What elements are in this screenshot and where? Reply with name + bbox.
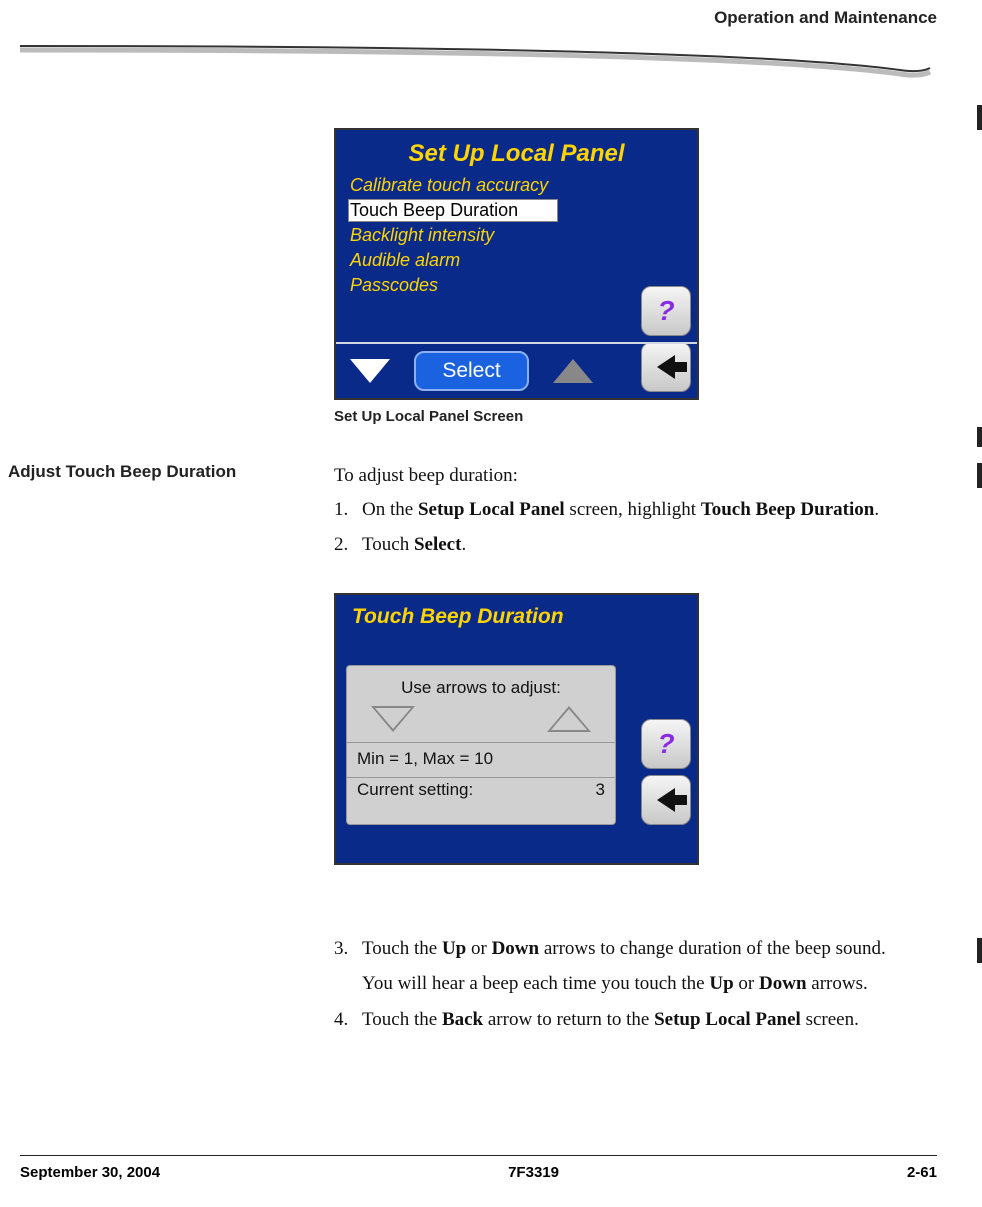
bold-text: Down: [759, 973, 807, 994]
bold-text: Down: [492, 938, 540, 959]
question-icon: ?: [657, 295, 674, 327]
bold-text: Setup Local Panel: [418, 499, 565, 520]
panel-title: Set Up Local Panel: [336, 130, 697, 168]
bold-text: Setup Local Panel: [654, 1009, 801, 1030]
help-button[interactable]: ?: [641, 286, 691, 336]
step-4: 4. Touch the Back arrow to return to the…: [334, 1006, 944, 1035]
step-number: 3.: [334, 935, 348, 964]
bold-text: Up: [709, 973, 733, 994]
menu-item-touch-beep[interactable]: Touch Beep Duration: [348, 199, 558, 222]
text: .: [874, 499, 879, 520]
step-number: 2.: [334, 531, 348, 560]
page-footer: September 30, 2004 7F3319 2-61: [20, 1155, 937, 1181]
bold-text: Select: [414, 534, 461, 555]
text: Touch: [362, 534, 414, 555]
current-value: 3: [596, 780, 605, 800]
menu-item-calibrate[interactable]: Calibrate touch accuracy: [348, 174, 558, 197]
chapter-title: Operation and Maintenance: [714, 8, 937, 28]
step-number: 4.: [334, 1006, 348, 1035]
bold-text: Touch Beep Duration: [701, 499, 875, 520]
menu-item-backlight[interactable]: Backlight intensity: [348, 224, 558, 247]
text: arrow to return to the: [483, 1009, 654, 1030]
adjust-panel: Use arrows to adjust: Min = 1, Max = 10 …: [346, 665, 616, 825]
bottom-bar: Select: [336, 342, 697, 398]
text: On the: [362, 499, 418, 520]
range-label: Min = 1, Max = 10: [347, 743, 615, 771]
section-heading: Adjust Touch Beep Duration: [8, 462, 236, 482]
bold-text: Up: [442, 938, 466, 959]
up-arrow-icon[interactable]: [553, 359, 593, 383]
setup-panel-screen: Set Up Local Panel Calibrate touch accur…: [334, 128, 699, 400]
step-number: 1.: [334, 496, 348, 525]
footer-page: 2-61: [907, 1164, 937, 1181]
revision-bar: [977, 105, 982, 130]
current-label: Current setting:: [357, 780, 473, 800]
footer-docid: 7F3319: [508, 1164, 559, 1181]
question-icon: ?: [657, 728, 674, 760]
text: arrows.: [807, 973, 868, 994]
text: screen.: [801, 1009, 859, 1030]
back-button[interactable]: [641, 775, 691, 825]
select-button[interactable]: Select: [414, 351, 529, 391]
footer-date: September 30, 2004: [20, 1164, 160, 1181]
down-arrow-icon[interactable]: [371, 706, 415, 732]
text: Touch the: [362, 938, 442, 959]
text: You will hear a beep each time you touch…: [362, 973, 709, 994]
step-3: 3. Touch the Up or Down arrows to change…: [334, 935, 944, 964]
back-arrow-icon: [657, 788, 675, 812]
menu-list: Calibrate touch accuracy Touch Beep Dura…: [348, 174, 697, 297]
intro-text: To adjust beep duration:: [334, 462, 944, 491]
step-1: 1. On the Setup Local Panel screen, high…: [334, 496, 944, 525]
header-swoosh: [20, 40, 950, 80]
help-button[interactable]: ?: [641, 719, 691, 769]
figure-caption: Set Up Local Panel Screen: [334, 408, 523, 425]
panel-title: Touch Beep Duration: [336, 595, 697, 629]
revision-bar: [977, 938, 982, 963]
text: .: [461, 534, 466, 555]
down-arrow-icon[interactable]: [350, 359, 390, 383]
step-3-cont: You will hear a beep each time you touch…: [334, 970, 944, 999]
text: or: [466, 938, 491, 959]
instruction-label: Use arrows to adjust:: [347, 666, 615, 698]
text: Touch the: [362, 1009, 442, 1030]
text: arrows to change duration of the beep so…: [539, 938, 886, 959]
menu-item-alarm[interactable]: Audible alarm: [348, 249, 558, 272]
bold-text: Back: [442, 1009, 483, 1030]
revision-bar: [977, 463, 982, 488]
text: screen, highlight: [565, 499, 701, 520]
revision-bar: [977, 427, 982, 447]
touch-beep-screen: Touch Beep Duration Use arrows to adjust…: [334, 593, 699, 865]
step-2: 2. Touch Select.: [334, 531, 944, 560]
up-arrow-icon[interactable]: [547, 706, 591, 732]
menu-item-passcodes[interactable]: Passcodes: [348, 274, 558, 297]
text: or: [734, 973, 759, 994]
